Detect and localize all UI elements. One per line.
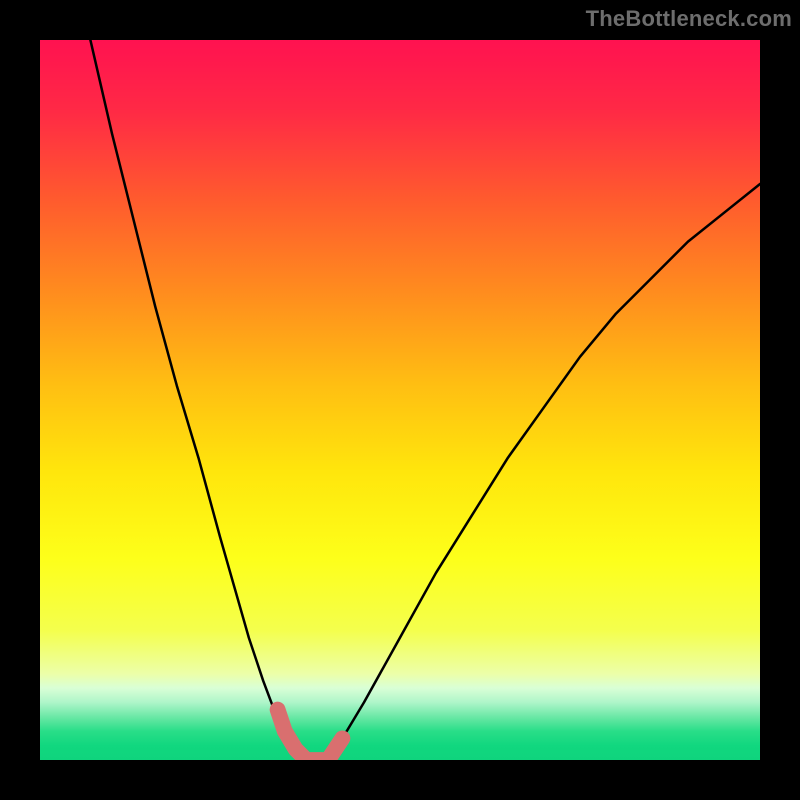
- watermark-text: TheBottleneck.com: [586, 6, 792, 32]
- plot-area: [40, 40, 760, 760]
- right-curve: [328, 184, 760, 760]
- curves-layer: [40, 40, 760, 760]
- chart-frame: TheBottleneck.com: [0, 0, 800, 800]
- highlight-segment: [278, 710, 343, 760]
- left-curve: [90, 40, 306, 760]
